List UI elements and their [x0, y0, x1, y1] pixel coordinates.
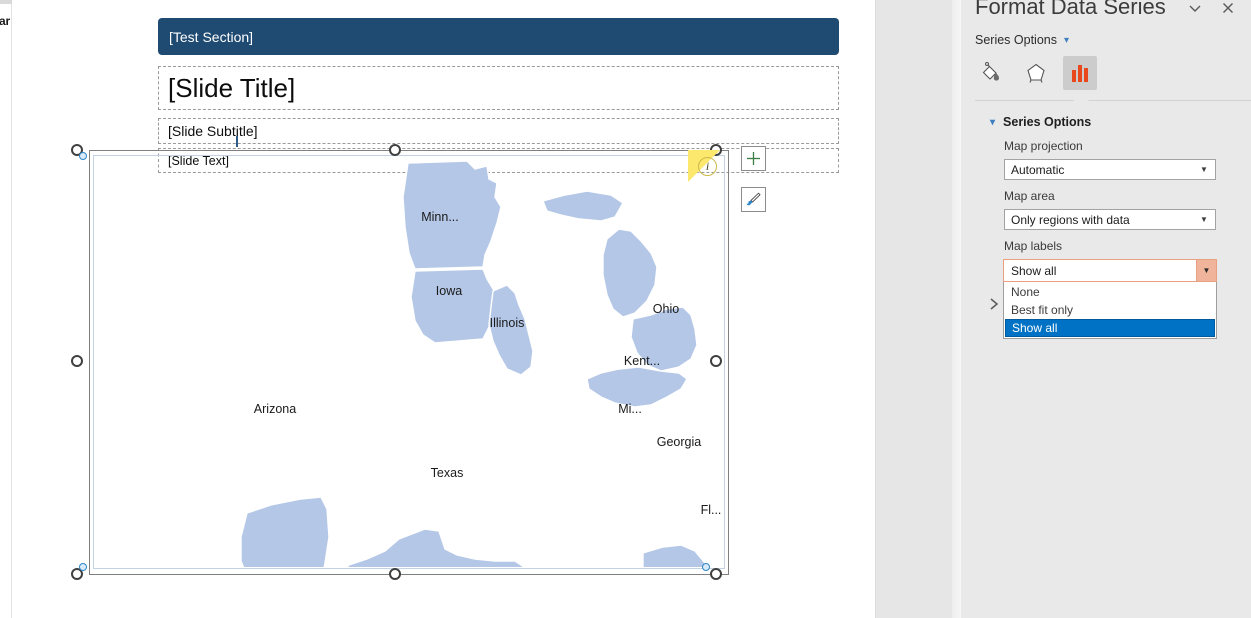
- map-area-combobox[interactable]: Only regions with data ▼: [1004, 209, 1216, 230]
- region-texas: [346, 528, 526, 567]
- pane-tab-indicator: [1073, 95, 1089, 101]
- map-area-value: Only regions with data: [1011, 212, 1130, 227]
- pane-title: Format Data Series: [975, 0, 1166, 19]
- region-kentucky: [586, 366, 688, 408]
- workspace-gutter: [876, 0, 961, 618]
- tab-effects[interactable]: [1019, 56, 1053, 90]
- series-options-dropdown[interactable]: Series Options ▾: [975, 33, 1069, 47]
- region-illinois: [488, 284, 534, 376]
- map-label-minnesota: Minn...: [421, 210, 459, 224]
- chevron-right-icon: [990, 298, 999, 310]
- map-label-iowa: Iowa: [436, 284, 462, 298]
- map-labels-combobox[interactable]: Show all ▼: [1003, 259, 1217, 282]
- pane-close-button[interactable]: [1216, 0, 1240, 20]
- plot-handle-bottom-right[interactable]: [702, 563, 710, 571]
- chevron-down-icon: ▾: [1063, 34, 1070, 46]
- chevron-down-icon[interactable]: ▼: [1196, 260, 1216, 281]
- map-labels-dropdown-list[interactable]: None Best fit only Show all: [1003, 282, 1217, 339]
- resize-handle-bottom-center[interactable]: [389, 568, 401, 580]
- map-labels-option-none[interactable]: None: [1005, 283, 1215, 301]
- series-options-group-label: Series Options: [1003, 115, 1092, 129]
- bar-chart-icon: [1072, 65, 1088, 82]
- section-header-placeholder[interactable]: [Test Section]: [158, 18, 839, 55]
- left-panel-sliver: ar: [0, 0, 12, 618]
- series-options-group-header[interactable]: ▾ Series Options: [990, 115, 1091, 129]
- map-labels-option-best-fit-only[interactable]: Best fit only: [1005, 301, 1215, 319]
- paint-bucket-icon: [982, 62, 999, 81]
- map-projection-label: Map projection: [1004, 139, 1083, 153]
- warning-info-badge[interactable]: i: [698, 157, 717, 176]
- pane-tab-divider: [975, 100, 1251, 101]
- chart-elements-button[interactable]: [741, 146, 766, 171]
- paintbrush-icon: [746, 192, 761, 206]
- map-area-label: Map area: [1004, 189, 1055, 203]
- powerpoint-window: ar [Test Section] [Slide Title] [Slide S…: [0, 0, 1251, 618]
- map-projection-combobox[interactable]: Automatic ▼: [1004, 159, 1216, 180]
- title-placeholder[interactable]: [Slide Title]: [158, 66, 839, 110]
- chevron-down-icon[interactable]: ▼: [1195, 160, 1213, 179]
- pane-tabstrip[interactable]: [975, 56, 1097, 90]
- series-options-dropdown-label: Series Options: [975, 33, 1057, 47]
- filled-map-graphic[interactable]: Minn... Mi... Iowa Illinois Ohio Kent...…: [95, 157, 723, 567]
- left-panel-topline: [0, 0, 12, 4]
- pane-collapse-button[interactable]: [1183, 0, 1207, 20]
- pentagon-icon: [1027, 63, 1045, 83]
- map-label-illinois: Illinois: [490, 316, 525, 330]
- region-arizona: [240, 496, 330, 567]
- map-label-michigan: Mi...: [618, 402, 642, 416]
- region-michigan-upper: [542, 190, 624, 222]
- chevron-down-icon[interactable]: ▼: [1195, 210, 1213, 229]
- close-icon: [1223, 3, 1233, 13]
- chart-styles-button[interactable]: [741, 187, 766, 212]
- resize-handle-top-center[interactable]: [389, 144, 401, 156]
- slide-canvas[interactable]: [Test Section] [Slide Title] [Slide Subt…: [12, 0, 876, 618]
- chevron-down-icon: [1189, 5, 1201, 12]
- tab-fill-and-line[interactable]: [975, 56, 1009, 90]
- pane-expand-button[interactable]: [988, 297, 1000, 314]
- plot-handle-bottom-left[interactable]: [79, 563, 87, 571]
- map-labels-option-show-all[interactable]: Show all: [1005, 319, 1215, 337]
- section-header-label: [Test Section]: [169, 28, 254, 45]
- region-michigan-lower: [602, 228, 658, 318]
- map-projection-value: Automatic: [1011, 162, 1065, 177]
- resize-handle-mid-right[interactable]: [710, 355, 722, 367]
- resize-handle-mid-left[interactable]: [71, 355, 83, 367]
- resize-handle-bottom-right[interactable]: [710, 568, 722, 580]
- chevron-down-icon: ▾: [990, 116, 996, 128]
- map-label-florida: Fl...: [701, 503, 722, 517]
- map-label-kentucky: Kent...: [624, 354, 660, 368]
- map-label-arizona: Arizona: [254, 402, 296, 416]
- plot-handle-top-left[interactable]: [79, 152, 87, 160]
- tab-series-options[interactable]: [1063, 56, 1097, 90]
- subtitle-placeholder-text: [Slide Subtitle]: [168, 123, 258, 139]
- map-labels-label: Map labels: [1004, 239, 1063, 253]
- subtitle-placeholder[interactable]: [Slide Subtitle]: [158, 118, 839, 144]
- left-panel-cut-label: ar: [0, 14, 10, 28]
- plus-icon: [747, 152, 760, 165]
- chart-plot-area[interactable]: Minn... Mi... Iowa Illinois Ohio Kent...…: [95, 157, 723, 567]
- map-labels-value: Show all: [1011, 263, 1057, 278]
- map-label-texas: Texas: [431, 466, 464, 480]
- map-label-ohio: Ohio: [653, 302, 679, 316]
- region-iowa: [410, 268, 500, 344]
- gutter-shadow: [952, 0, 961, 618]
- title-placeholder-text: [Slide Title]: [168, 72, 296, 103]
- map-label-georgia: Georgia: [657, 435, 702, 449]
- map-chart-object[interactable]: Minn... Mi... Iowa Illinois Ohio Kent...…: [89, 150, 729, 575]
- text-cursor: [236, 136, 238, 147]
